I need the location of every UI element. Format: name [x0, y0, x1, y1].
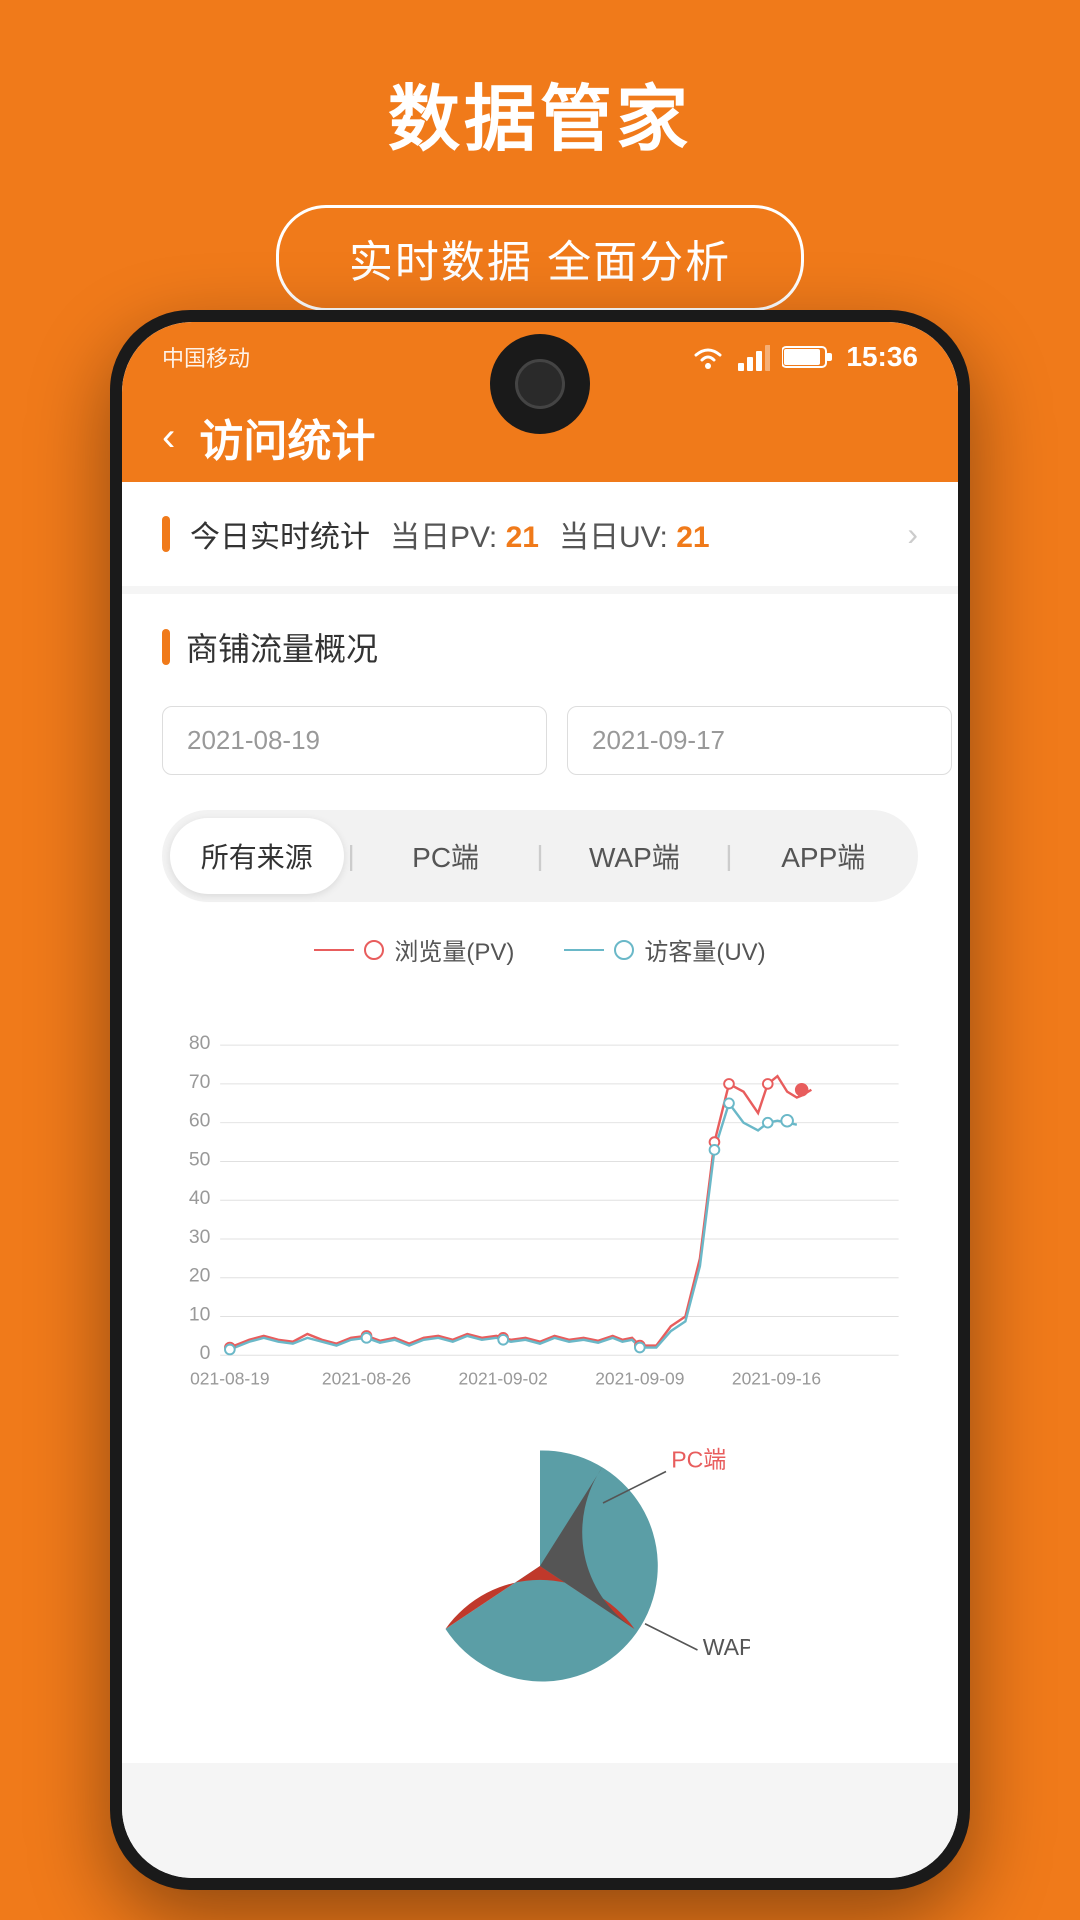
content-area: 今日实时统计 当日PV: 21 当日UV: 21 › 商铺流量概况 [122, 482, 958, 1878]
source-tabs: 所有来源 | PC端 | WAP端 | APP端 [162, 810, 918, 902]
app-title: 数据管家 [0, 60, 1080, 165]
svg-text:30: 30 [189, 1226, 211, 1248]
phone-mockup: 中国移动 [110, 310, 970, 1890]
svg-text:50: 50 [189, 1148, 211, 1170]
legend-uv-label: 访客量(UV) [644, 932, 765, 967]
svg-text:0: 0 [200, 1342, 211, 1364]
legend-uv: 访客量(UV) [564, 932, 765, 967]
line-chart: 0 10 20 30 40 50 60 70 80 021-08-19 2021… [162, 987, 918, 1394]
legend-pv: 浏览量(PV) [314, 932, 514, 967]
app-subtitle-box: 实时数据 全面分析 [276, 205, 804, 311]
tab-app[interactable]: APP端 [736, 818, 910, 894]
battery-icon [782, 343, 834, 371]
section-bar-today [162, 516, 170, 552]
chart-area: 0 10 20 30 40 50 60 70 80 021-08-19 2021… [162, 987, 918, 1399]
svg-text:2021-09-09: 2021-09-09 [595, 1368, 684, 1388]
uv-value: 21 [676, 521, 709, 554]
svg-text:2021-09-02: 2021-09-02 [459, 1368, 548, 1388]
svg-text:10: 10 [189, 1303, 211, 1325]
svg-text:60: 60 [189, 1110, 211, 1132]
camera-notch [490, 334, 590, 434]
svg-text:20: 20 [189, 1265, 211, 1287]
pie-chart: PC端 WAP端 [330, 1419, 750, 1713]
pv-value: 21 [506, 521, 539, 554]
tab-wap[interactable]: WAP端 [548, 818, 722, 894]
tab-all-sources[interactable]: 所有来源 [170, 818, 344, 894]
status-right: 15:36 [690, 341, 918, 373]
date-row: 确定 [162, 700, 918, 780]
svg-text:021-08-19: 021-08-19 [190, 1368, 270, 1388]
signal-icon [738, 343, 770, 371]
today-label: 今日实时统计 [190, 512, 370, 556]
back-button[interactable]: ‹ [162, 415, 175, 460]
tab-pc[interactable]: PC端 [359, 818, 533, 894]
legend-pv-label: 浏览量(PV) [394, 932, 514, 967]
uv-stat: 当日UV: 21 [559, 512, 710, 556]
chart-legend: 浏览量(PV) 访客量(UV) [162, 932, 918, 967]
today-stats-card: 今日实时统计 当日PV: 21 当日UV: 21 › [122, 482, 958, 586]
date-to-input[interactable] [567, 706, 952, 775]
svg-text:40: 40 [189, 1187, 211, 1209]
svg-text:2021-08-26: 2021-08-26 [322, 1368, 411, 1388]
nav-title: 访问统计 [199, 405, 375, 469]
carrier-label: 中国移动 [162, 341, 250, 373]
app-title-area: 数据管家 实时数据 全面分析 [0, 60, 1080, 311]
phone-screen: 中国移动 [122, 322, 958, 1878]
wifi-icon [690, 343, 726, 371]
svg-text:80: 80 [189, 1032, 211, 1054]
date-from-input[interactable] [162, 706, 547, 775]
store-title: 商铺流量概况 [186, 624, 378, 670]
pie-section: PC端 WAP端 [162, 1399, 918, 1733]
svg-text:70: 70 [189, 1071, 211, 1093]
section-bar-store [162, 629, 170, 665]
camera-dot [515, 359, 565, 409]
svg-text:2021-09-16: 2021-09-16 [732, 1368, 821, 1388]
store-traffic-card: 商铺流量概况 确定 所有来源 | PC端 | WAP端 | APP端 [122, 594, 958, 1763]
svg-text:WAP端: WAP端 [703, 1634, 750, 1660]
svg-text:PC端: PC端 [671, 1446, 726, 1472]
app-subtitle: 实时数据 全面分析 [349, 238, 731, 287]
status-time: 15:36 [846, 341, 918, 373]
today-stats-arrow[interactable]: › [907, 516, 918, 553]
pv-stat: 当日PV: 21 [390, 512, 539, 556]
